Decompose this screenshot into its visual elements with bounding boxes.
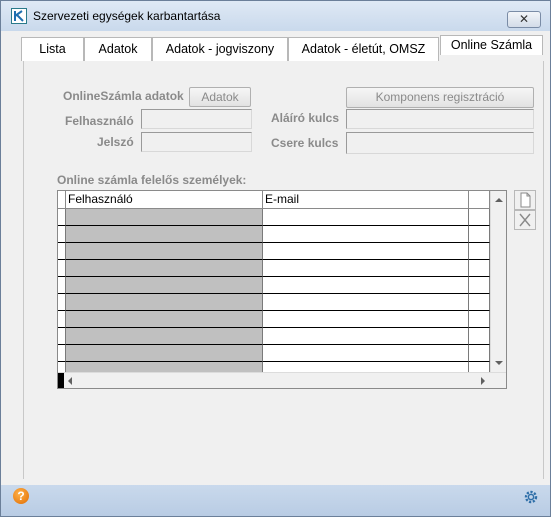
- felhasznalo-field[interactable]: [141, 109, 252, 129]
- cell-email[interactable]: [263, 226, 469, 243]
- grid-caption: Online számla felelős személyek:: [57, 173, 247, 187]
- row-selector: [58, 243, 66, 260]
- cell-extra: [469, 345, 490, 362]
- help-icon[interactable]: ?: [13, 488, 29, 504]
- horizontal-scrollbar[interactable]: [58, 372, 506, 388]
- row-selector: [58, 226, 66, 243]
- row-selector-header: [58, 191, 66, 209]
- column-header-email[interactable]: E-mail: [263, 191, 469, 209]
- close-button[interactable]: ✕: [507, 11, 541, 28]
- cell-felhasznalo[interactable]: [66, 277, 263, 294]
- row-selector: [58, 345, 66, 362]
- cell-email[interactable]: [263, 345, 469, 362]
- komponens-regisztracio-button[interactable]: Komponens regisztráció: [346, 87, 534, 108]
- cell-extra: [469, 328, 490, 345]
- cell-extra: [469, 311, 490, 328]
- cell-felhasznalo[interactable]: [66, 328, 263, 345]
- window-title: Szervezeti egységek karbantartása: [33, 9, 221, 23]
- cell-extra: [469, 277, 490, 294]
- title-bar[interactable]: Szervezeti egységek karbantartása ✕: [1, 1, 550, 31]
- cell-extra: [469, 226, 490, 243]
- vertical-scrollbar[interactable]: [490, 191, 506, 372]
- column-header-extra: [469, 191, 490, 209]
- cell-extra: [469, 243, 490, 260]
- cell-email[interactable]: [263, 260, 469, 277]
- cell-email[interactable]: [263, 209, 469, 226]
- table-row[interactable]: [58, 294, 490, 311]
- tab-adatok-jogviszony[interactable]: Adatok - jogviszony: [152, 37, 288, 61]
- main-window: Szervezeti egységek karbantartása ✕ List…: [0, 0, 551, 517]
- cell-extra: [469, 260, 490, 277]
- cell-felhasznalo[interactable]: [66, 311, 263, 328]
- row-selector: [58, 209, 66, 226]
- table-row[interactable]: [58, 243, 490, 260]
- cell-extra: [469, 209, 490, 226]
- cell-felhasznalo[interactable]: [66, 260, 263, 277]
- cell-felhasznalo[interactable]: [66, 345, 263, 362]
- table-row[interactable]: [58, 328, 490, 345]
- cell-felhasznalo[interactable]: [66, 226, 263, 243]
- cell-felhasznalo[interactable]: [66, 209, 263, 226]
- delete-x-icon: [515, 213, 535, 232]
- row-selector: [58, 277, 66, 294]
- cell-email[interactable]: [263, 243, 469, 260]
- row-selector: [58, 260, 66, 277]
- table-row[interactable]: [58, 260, 490, 277]
- cell-extra: [469, 294, 490, 311]
- row-selector: [58, 294, 66, 311]
- section-label-onlineszamla-adatok: OnlineSzámla adatok: [63, 89, 184, 103]
- csere-kulcs-field[interactable]: [346, 132, 534, 154]
- cell-felhasznalo[interactable]: [66, 294, 263, 311]
- csere-kulcs-label: Csere kulcs: [271, 136, 339, 150]
- tab-adatok-eletut-omsz[interactable]: Adatok - életút, OMSZ: [288, 37, 439, 61]
- alairo-kulcs-field[interactable]: [346, 109, 534, 129]
- status-bar: [1, 485, 550, 516]
- cell-felhasznalo[interactable]: [66, 243, 263, 260]
- cell-email[interactable]: [263, 311, 469, 328]
- cell-email[interactable]: [263, 294, 469, 311]
- delete-record-button[interactable]: [514, 210, 536, 230]
- table-row[interactable]: [58, 277, 490, 294]
- table-row[interactable]: [58, 311, 490, 328]
- tab-bar: Lista Adatok Adatok - jogviszony Adatok …: [21, 35, 543, 61]
- jelszo-label: Jelszó: [97, 135, 134, 149]
- cell-email[interactable]: [263, 277, 469, 294]
- felelos-szemelyek-grid[interactable]: Felhasználó E-mail: [57, 190, 507, 389]
- table-row[interactable]: [58, 209, 490, 226]
- jelszo-field[interactable]: [141, 132, 252, 152]
- alairo-kulcs-label: Aláíró kulcs: [271, 111, 340, 125]
- tab-adatok[interactable]: Adatok: [84, 37, 152, 61]
- table-row[interactable]: [58, 226, 490, 243]
- gear-icon[interactable]: [522, 488, 540, 506]
- grid-header: Felhasználó E-mail: [58, 191, 506, 209]
- tab-lista[interactable]: Lista: [21, 37, 84, 61]
- column-header-felhasznalo[interactable]: Felhasználó: [66, 191, 263, 209]
- adatok-button[interactable]: Adatok: [189, 87, 251, 107]
- tab-online-szamla[interactable]: Online Számla: [440, 35, 543, 55]
- row-selector: [58, 328, 66, 345]
- app-logo-icon: [11, 8, 27, 24]
- new-record-button[interactable]: [514, 190, 536, 210]
- cell-email[interactable]: [263, 328, 469, 345]
- row-selector: [58, 311, 66, 328]
- felhasznalo-label: Felhasználó: [65, 114, 134, 128]
- table-row[interactable]: [58, 345, 490, 362]
